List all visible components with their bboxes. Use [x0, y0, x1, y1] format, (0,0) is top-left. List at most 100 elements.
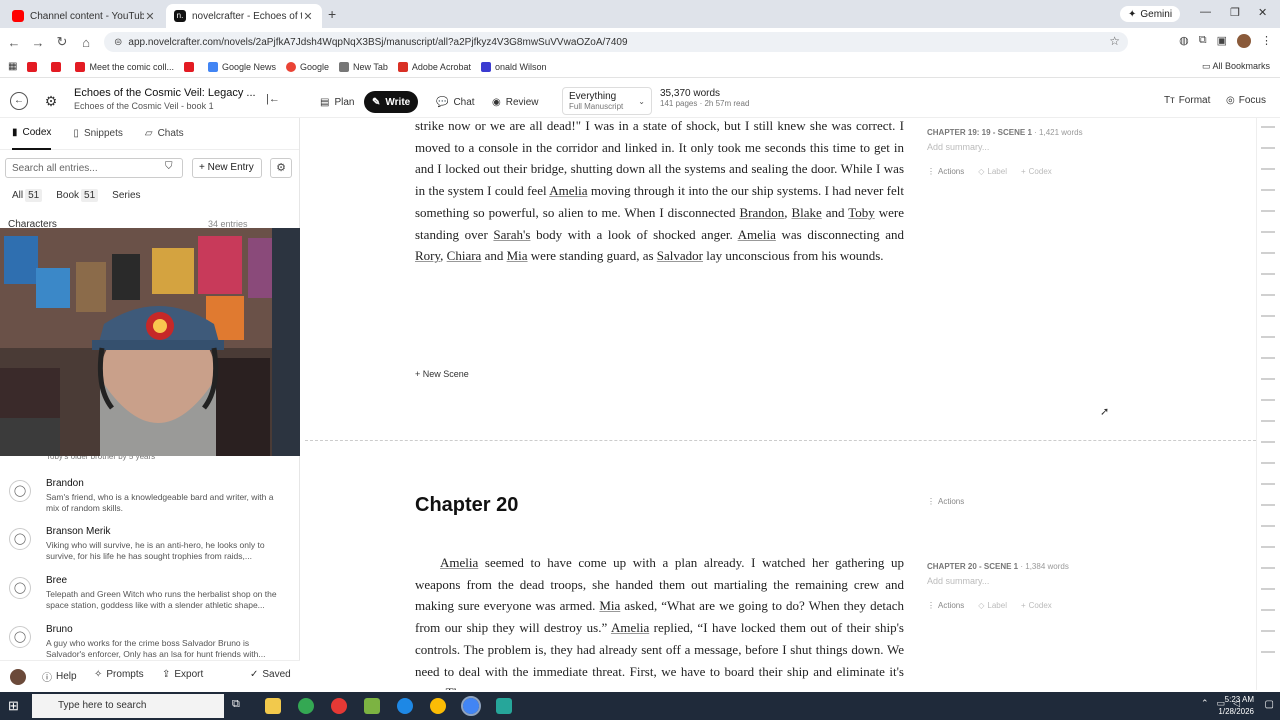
mode-plan-button[interactable]: ▤ Plan — [312, 91, 362, 113]
outline-tick[interactable] — [1261, 525, 1275, 527]
outline-tick[interactable] — [1261, 588, 1275, 590]
focus-button[interactable]: ◎ Focus — [1226, 95, 1266, 106]
codex-mention[interactable]: Salvador — [657, 248, 703, 263]
app-icon[interactable] — [496, 698, 512, 714]
apps-icon[interactable]: ▦ — [8, 61, 17, 72]
outline-tick[interactable] — [1261, 462, 1275, 464]
maximize-button[interactable]: ❐ — [1230, 6, 1240, 19]
tab-chats[interactable]: ▱ Chats — [145, 118, 184, 150]
outline-tick[interactable] — [1261, 504, 1275, 506]
outline-tick[interactable] — [1261, 168, 1275, 170]
filter-all[interactable]: All 51 — [12, 189, 43, 202]
outline-tick[interactable] — [1261, 210, 1275, 212]
list-item[interactable]: ◯ Brandon Sam's friend, who is a knowled… — [0, 472, 300, 520]
codex-search-input[interactable]: Search all entries... — [5, 158, 183, 178]
actions-button[interactable]: ⋮ Actions — [927, 497, 964, 506]
outline-tick[interactable] — [1261, 546, 1275, 548]
gemini-button[interactable]: ✦ Gemini — [1120, 6, 1181, 22]
new-tab-button[interactable]: + — [328, 6, 336, 22]
label-button[interactable]: ◇ Label — [978, 601, 1007, 610]
puzzle-icon[interactable]: ⧉ — [1199, 34, 1207, 48]
user-avatar[interactable] — [10, 669, 26, 685]
back-circle-icon[interactable]: ← — [10, 92, 28, 110]
codex-mention[interactable]: Chiara — [447, 248, 482, 263]
outline-tick[interactable] — [1261, 231, 1275, 233]
bookmark-item[interactable] — [51, 61, 65, 72]
codex-mention[interactable]: Brandon — [739, 205, 784, 220]
codex-mention[interactable]: Rory — [415, 248, 440, 263]
outline-tick[interactable] — [1261, 189, 1275, 191]
help-button[interactable]: ⓘ Help — [42, 669, 77, 684]
bookmark-item[interactable]: onald Wilson — [480, 61, 546, 72]
outline-scrollbar[interactable] — [1256, 118, 1280, 690]
app-icon[interactable] — [331, 698, 347, 714]
bookmark-item[interactable]: Meet the comic coll... — [75, 61, 174, 72]
codex-button[interactable]: + Codex — [1021, 167, 1052, 176]
list-item[interactable]: ◯ Bree Telepath and Green Witch who runs… — [0, 569, 300, 617]
outline-tick[interactable] — [1261, 399, 1275, 401]
all-bookmarks-button[interactable]: ▭ All Bookmarks — [1202, 61, 1270, 72]
outline-tick[interactable] — [1261, 315, 1275, 317]
outline-tick[interactable] — [1261, 630, 1275, 632]
windows-start-icon[interactable]: ⊞ — [8, 698, 19, 714]
codex-mention[interactable]: Amelia — [738, 227, 776, 242]
filter-book[interactable]: Book 51 — [56, 189, 99, 202]
tab-snippets[interactable]: ▯ Snippets — [73, 118, 122, 150]
codex-mention[interactable]: Mia — [599, 598, 620, 613]
extension-icon[interactable]: ◍ — [1179, 34, 1189, 48]
codex-mention[interactable]: Sarah's — [493, 227, 530, 242]
chevron-up-icon[interactable]: ⌃ — [1201, 698, 1209, 709]
close-icon[interactable]: ✕ — [302, 10, 314, 23]
browser-tab-novelcrafter[interactable]: n. novelcrafter - Echoes of the Co ✕ — [166, 4, 322, 28]
outline-tick[interactable] — [1261, 483, 1275, 485]
bookmark-item[interactable]: Google — [286, 61, 329, 72]
bookmark-item[interactable] — [27, 61, 41, 72]
export-button[interactable]: ⇪ Export — [162, 669, 203, 680]
edge-icon[interactable] — [397, 698, 413, 714]
reload-button[interactable]: ↻ — [50, 34, 74, 50]
codex-settings-icon[interactable]: ⚙ — [270, 158, 292, 178]
codex-button[interactable]: + Codex — [1021, 601, 1052, 610]
codex-mention[interactable]: Amelia — [440, 555, 478, 570]
notification-icon[interactable]: ▢ — [1265, 699, 1274, 710]
outline-tick[interactable] — [1261, 357, 1275, 359]
url-field[interactable]: ⊜ app.novelcrafter.com/novels/2aPjfkA7Jd… — [104, 32, 1128, 52]
book-title[interactable]: Echoes of the Cosmic Veil: Legacy ... — [74, 87, 256, 99]
bookmark-item[interactable]: Adobe Acrobat — [397, 61, 471, 72]
minimize-button[interactable]: — — [1200, 6, 1211, 18]
actions-button[interactable]: ⋮ Actions — [927, 601, 964, 610]
scope-selector[interactable]: Everything Full Manuscript ⌄ — [562, 87, 652, 115]
outline-tick[interactable] — [1261, 147, 1275, 149]
menu-icon[interactable]: ⋮ — [1261, 34, 1272, 48]
task-view-icon[interactable]: ⧉ — [232, 698, 248, 714]
file-explorer-icon[interactable] — [265, 698, 281, 714]
codex-mention[interactable]: Mia — [507, 248, 528, 263]
close-icon[interactable]: ✕ — [144, 10, 156, 23]
outline-tick[interactable] — [1261, 336, 1275, 338]
mode-chat-button[interactable]: 💬 Chat — [428, 91, 483, 113]
prompts-button[interactable]: ✧ Prompts — [94, 669, 144, 680]
tab-codex[interactable]: ▮ Codex — [12, 118, 52, 150]
outline-tick[interactable] — [1261, 126, 1275, 128]
clock[interactable]: 5:23 AM 1/28/2026 — [1218, 694, 1254, 718]
bookmark-star-icon[interactable]: ☆ — [1109, 34, 1120, 48]
outline-tick[interactable] — [1261, 651, 1275, 653]
outline-tick[interactable] — [1261, 567, 1275, 569]
chrome-icon[interactable] — [298, 698, 314, 714]
mode-review-button[interactable]: ◉ Review — [484, 91, 547, 113]
outline-tick[interactable] — [1261, 378, 1275, 380]
outline-tick[interactable] — [1261, 420, 1275, 422]
filter-series[interactable]: Series — [112, 190, 140, 201]
filter-icon[interactable]: ⛉ — [165, 161, 173, 172]
home-button[interactable]: ⌂ — [74, 35, 98, 50]
outline-tick[interactable] — [1261, 441, 1275, 443]
app-icon[interactable] — [364, 698, 380, 714]
back-button[interactable]: ← — [2, 35, 26, 50]
codex-mention[interactable]: Blake — [791, 205, 821, 220]
outline-tick[interactable] — [1261, 609, 1275, 611]
label-button[interactable]: ◇ Label — [978, 167, 1007, 176]
bookmark-item[interactable] — [183, 61, 198, 72]
settings-icon[interactable]: ⚙ — [42, 92, 60, 110]
new-scene-button[interactable]: + New Scene — [415, 369, 469, 379]
add-summary-field[interactable]: Add summary... — [927, 576, 989, 586]
